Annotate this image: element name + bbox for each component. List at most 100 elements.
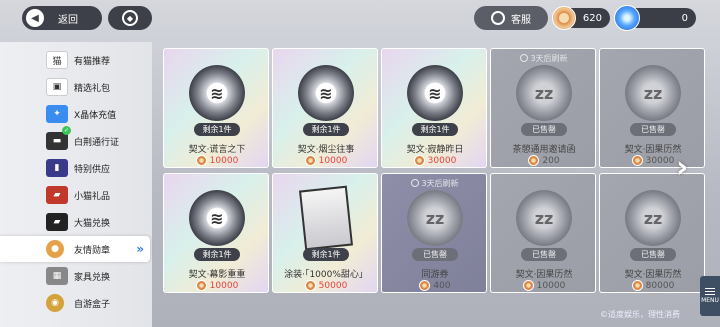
home-icon: ◆ xyxy=(122,10,138,26)
coin-icon xyxy=(195,280,207,291)
item-name: 契文·谎言之下 xyxy=(188,145,246,155)
price-value: 10000 xyxy=(536,280,566,291)
sold-out-badge: 已售罄 xyxy=(521,248,567,261)
shop-item-card-sold-out[interactable]: 3天后刷新 zz 已售罄 茶憩通用邀请函 200 xyxy=(490,48,596,168)
back-label: 返回 xyxy=(58,14,78,26)
contract-ticket-icon: zz xyxy=(625,65,681,121)
contract-ticket-icon: zz xyxy=(625,190,681,246)
coin-value: 620 xyxy=(582,12,602,24)
contract-ticket-icon: ≋ xyxy=(189,190,245,246)
sidebar-item-pass[interactable]: ▬ ✓ 白荆通行证 xyxy=(0,126,150,154)
price-value: 30000 xyxy=(427,155,457,166)
sidebar-item-gift-pack[interactable]: ▣ 精选礼包 xyxy=(0,74,150,100)
price-value: 30000 xyxy=(645,155,675,166)
item-name: 契文·幕影重重 xyxy=(188,270,246,280)
coin-icon xyxy=(552,6,576,30)
coin-icon xyxy=(631,155,643,166)
price-value: 50000 xyxy=(318,280,348,291)
menu-button[interactable]: MENU xyxy=(700,276,720,316)
furniture-icon: ▦ xyxy=(46,267,68,285)
sidebar-item-cat-recommend[interactable]: 猫 有猫推荐 xyxy=(0,47,150,73)
item-name: 契文·因果历然 xyxy=(624,270,682,280)
gem-value: 0 xyxy=(681,12,688,24)
sold-out-badge: 已售罄 xyxy=(521,123,567,136)
shop-item-card-sold-out[interactable]: zz 已售罄 契文·因果历然 80000 xyxy=(599,173,705,293)
shop-item-card[interactable]: ≋ 剩余1件 契文·谎言之下 10000 xyxy=(163,48,269,168)
price-value: 80000 xyxy=(645,280,675,291)
cat-icon: 猫 xyxy=(46,51,68,69)
contract-ticket-icon: ≋ xyxy=(298,65,354,121)
item-name: 契文·寂静昨日 xyxy=(406,145,464,155)
back-button[interactable]: ◀ 返回 xyxy=(22,6,102,30)
coin-icon xyxy=(304,155,316,166)
invitation-ticket-icon: zz xyxy=(516,65,572,121)
skin-card-image xyxy=(298,185,354,251)
item-price: 30000 xyxy=(600,155,704,166)
crystal-icon: ✦ xyxy=(46,105,68,123)
shop-item-card[interactable]: ≋ 剩余1件 契文·烟尘往事 10000 xyxy=(272,48,378,168)
price-value: 10000 xyxy=(209,155,239,166)
box-icon: ◉ xyxy=(46,294,64,312)
customer-service-label: 客服 xyxy=(511,14,531,26)
crystal-gem-icon xyxy=(614,5,640,31)
headset-icon xyxy=(491,11,505,25)
item-price: 30000 xyxy=(382,155,486,166)
customer-service-button[interactable]: 客服 xyxy=(474,6,548,30)
voucher-icon: zz xyxy=(407,190,463,246)
bottle-icon: ▮ xyxy=(46,159,68,177)
item-price: 10000 xyxy=(491,280,595,291)
contract-ticket-icon: ≋ xyxy=(407,65,463,121)
shop-item-card[interactable]: ≋ 剩余1件 契文·寂静昨日 30000 xyxy=(381,48,487,168)
shop-item-card-sold-out[interactable]: 3天后刷新 zz 已售罄 同游券 400 xyxy=(381,173,487,293)
sidebar: 猫 有猫推荐 ▣ 精选礼包 ✦ X晶体充值 ▬ ✓ 白荆通行证 ▮ 特别供应 ▰… xyxy=(0,42,152,327)
sidebar-item-label: X晶体充值 xyxy=(74,110,117,121)
item-price: 80000 xyxy=(600,280,704,291)
menu-label: MENU xyxy=(701,297,719,304)
coin-icon xyxy=(413,155,425,166)
shop-item-card[interactable]: 剩余1件 涂装·「1000%甜心」 50000 xyxy=(272,173,378,293)
sidebar-item-label: 有猫推荐 xyxy=(74,56,111,67)
sidebar-item-big-cat-exchange[interactable]: ▰ 大猫兑换 xyxy=(0,209,150,235)
price-value: 10000 xyxy=(209,280,239,291)
home-button[interactable]: ◆ xyxy=(108,6,152,30)
sidebar-item-small-cat-gift[interactable]: ▰ 小猫礼品 xyxy=(0,182,150,208)
sidebar-item-crystal-recharge[interactable]: ✦ X晶体充值 xyxy=(0,101,150,127)
coin-icon xyxy=(631,280,643,291)
coin-icon xyxy=(419,280,431,291)
black-ticket-icon: ▰ xyxy=(46,213,68,231)
top-bar: ◀ 返回 ◆ 客服 620 0 xyxy=(0,0,720,36)
shop-item-card[interactable]: ≋ 剩余1件 契文·幕影重重 10000 xyxy=(163,173,269,293)
sidebar-item-label: 家具兑换 xyxy=(74,272,111,283)
item-price: 200 xyxy=(491,155,595,166)
item-name: 契文·因果历然 xyxy=(624,145,682,155)
sidebar-item-label: 小猫礼品 xyxy=(74,191,111,202)
check-badge-icon: ✓ xyxy=(62,126,71,135)
remaining-badge: 剩余1件 xyxy=(194,248,240,261)
sidebar-item-label: 特别供应 xyxy=(74,164,111,175)
item-name: 同游券 xyxy=(421,270,449,280)
back-icon: ◀ xyxy=(26,9,44,27)
sold-out-badge: 已售罄 xyxy=(412,248,458,261)
item-price: 50000 xyxy=(273,280,377,291)
remaining-badge: 剩余1件 xyxy=(194,123,240,136)
coin-icon xyxy=(195,155,207,166)
shop-item-card-sold-out[interactable]: zz 已售罄 契文·因果历然 10000 xyxy=(490,173,596,293)
sidebar-item-label: 大猫兑换 xyxy=(74,218,111,229)
coin-icon xyxy=(304,280,316,291)
double-chevron-right-icon: » xyxy=(136,242,144,256)
scroll-right-chevron-icon[interactable]: › xyxy=(676,150,688,185)
item-name: 契文·因果历然 xyxy=(515,270,573,280)
sold-out-badge: 已售罄 xyxy=(630,123,676,136)
sidebar-item-free-box[interactable]: ◉ 自游盒子 xyxy=(0,290,150,316)
price-value: 200 xyxy=(542,155,560,166)
item-price: 10000 xyxy=(273,155,377,166)
sidebar-item-label: 友情勋章 xyxy=(74,245,111,256)
sidebar-item-friendship-medal[interactable]: ● 友情勋章 » xyxy=(0,236,150,262)
sidebar-item-label: 精选礼包 xyxy=(74,83,111,94)
coin-icon xyxy=(522,280,534,291)
sidebar-item-furniture-exchange[interactable]: ▦ 家具兑换 xyxy=(0,263,150,289)
contract-ticket-icon: zz xyxy=(516,190,572,246)
shop-item-card-sold-out[interactable]: zz 已售罄 契文·因果历然 30000 xyxy=(599,48,705,168)
sidebar-item-special-supply[interactable]: ▮ 特别供应 xyxy=(0,155,150,181)
shop-grid: ≋ 剩余1件 契文·谎言之下 10000 ≋ 剩余1件 契文·烟尘往事 1000… xyxy=(158,44,718,327)
